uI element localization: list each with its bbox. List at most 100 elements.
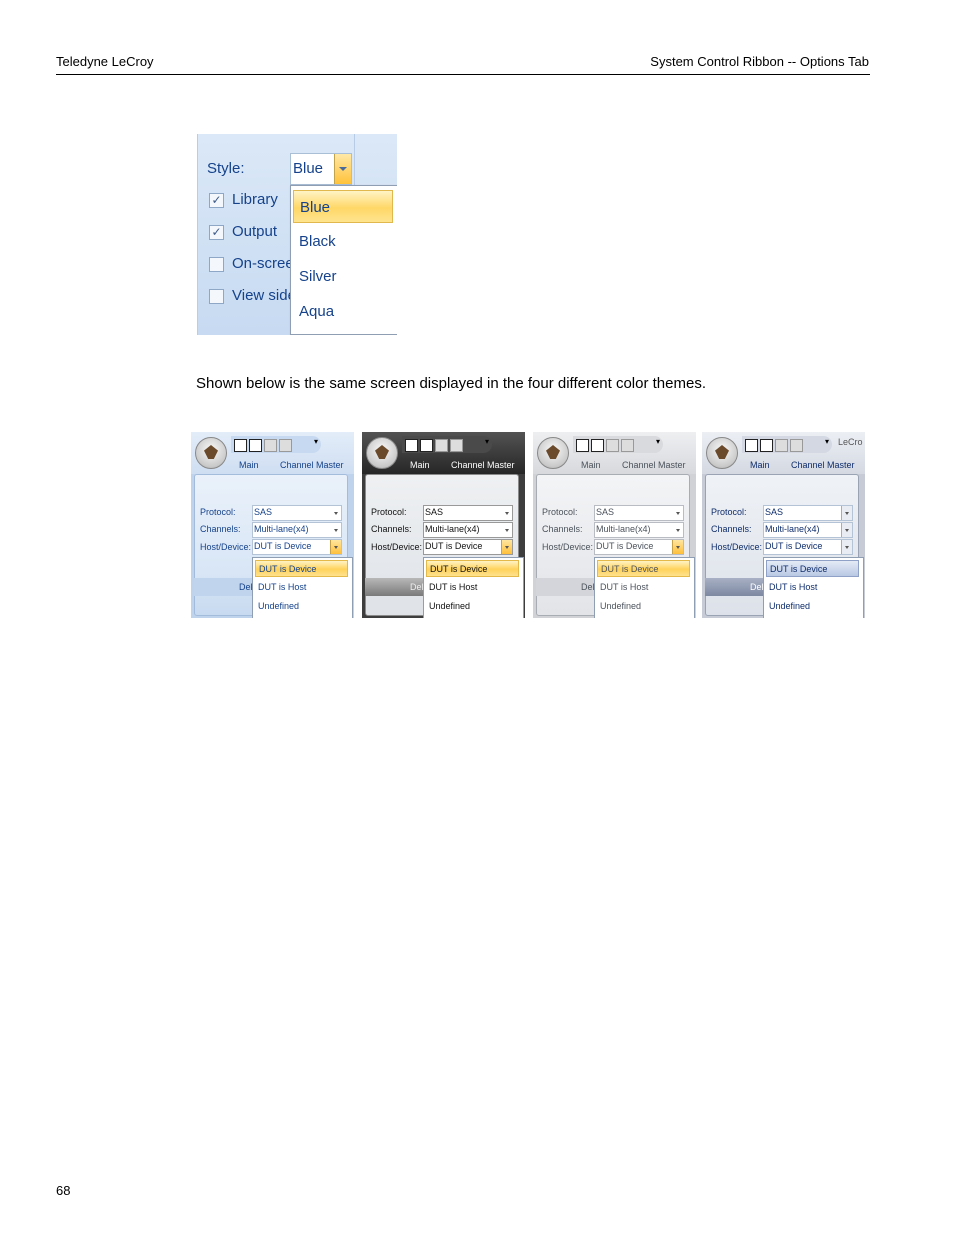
channels-combobox[interactable]: Multi-lane(x4) xyxy=(252,522,342,538)
layout-icon[interactable] xyxy=(621,439,634,452)
open-trace-icon[interactable] xyxy=(249,439,262,452)
host-device-value: DUT is Device xyxy=(765,541,823,551)
channels-combobox[interactable]: Multi-lane(x4) xyxy=(763,522,853,538)
chevron-down-icon[interactable] xyxy=(841,540,852,554)
chevron-down-icon[interactable] xyxy=(673,523,683,537)
style-combobox[interactable]: Blue xyxy=(290,153,352,185)
application-orb-icon[interactable] xyxy=(366,437,398,469)
channels-combobox[interactable]: Multi-lane(x4) xyxy=(594,522,684,538)
protocol-combobox[interactable]: SAS xyxy=(763,505,853,521)
tab-main[interactable]: Main xyxy=(410,460,430,470)
style-option-silver[interactable]: Silver xyxy=(293,260,393,293)
qat-customize-icon[interactable]: ▾ xyxy=(825,437,829,446)
record-icon[interactable] xyxy=(234,439,247,452)
theme-panel-blue: ▾ Main Channel Master Protocol: SAS Chan… xyxy=(191,432,354,618)
host-device-dropdown: DUT is Device DUT is Host Undefined xyxy=(423,557,524,618)
option-undefined[interactable]: Undefined xyxy=(255,598,348,615)
option-undefined[interactable]: Undefined xyxy=(766,598,859,615)
option-undefined[interactable]: Undefined xyxy=(597,598,690,615)
channels-value: Multi-lane(x4) xyxy=(596,524,651,534)
chevron-down-icon[interactable] xyxy=(501,540,512,554)
style-label: Style: xyxy=(207,160,245,177)
host-device-combobox[interactable]: DUT is Device xyxy=(252,539,342,555)
tab-main[interactable]: Main xyxy=(581,460,601,470)
style-option-aqua[interactable]: Aqua xyxy=(293,295,393,328)
record-icon[interactable] xyxy=(405,439,418,452)
channels-combobox[interactable]: Multi-lane(x4) xyxy=(423,522,513,538)
host-device-value: DUT is Device xyxy=(596,541,654,551)
option-dut-is-device[interactable]: DUT is Device xyxy=(597,560,690,577)
chevron-down-icon[interactable] xyxy=(334,154,351,184)
protocol-combobox[interactable]: SAS xyxy=(252,505,342,521)
record-icon[interactable] xyxy=(576,439,589,452)
layout-icon[interactable] xyxy=(450,439,463,452)
host-device-dropdown: DUT is Device DUT is Host Undefined xyxy=(763,557,864,618)
option-dut-is-host[interactable]: DUT is Host xyxy=(766,579,859,596)
chevron-down-icon[interactable] xyxy=(841,523,852,537)
protocol-combobox[interactable]: SAS xyxy=(594,505,684,521)
window-title: LeCro xyxy=(838,437,863,447)
application-orb-icon[interactable] xyxy=(706,437,738,469)
option-undefined[interactable]: Undefined xyxy=(426,598,519,615)
library-checkbox[interactable]: ✓ xyxy=(209,193,224,208)
report-icon[interactable] xyxy=(435,439,448,452)
report-icon[interactable] xyxy=(775,439,788,452)
style-option-black[interactable]: Black xyxy=(293,225,393,258)
qat-customize-icon[interactable]: ▾ xyxy=(485,437,489,446)
open-trace-icon[interactable] xyxy=(591,439,604,452)
style-combobox-value: Blue xyxy=(293,160,324,177)
chevron-down-icon[interactable] xyxy=(331,523,341,537)
on-screen-checkbox[interactable] xyxy=(209,257,224,272)
option-dut-is-device[interactable]: DUT is Device xyxy=(766,560,859,577)
channels-label: Channels: xyxy=(542,524,583,534)
page-header-right: System Control Ribbon -- Options Tab xyxy=(650,54,869,69)
style-option-blue[interactable]: Blue xyxy=(293,190,393,223)
tab-main[interactable]: Main xyxy=(750,460,770,470)
body-paragraph: Shown below is the same screen displayed… xyxy=(196,375,706,392)
chevron-down-icon[interactable] xyxy=(502,523,512,537)
chevron-down-icon[interactable] xyxy=(672,540,683,554)
chevron-down-icon[interactable] xyxy=(331,506,341,520)
library-checkbox-label: Library xyxy=(232,191,278,208)
host-device-combobox[interactable]: DUT is Device xyxy=(423,539,513,555)
protocol-value: SAS xyxy=(596,507,615,517)
tab-channel-master[interactable]: Channel Master xyxy=(622,460,686,470)
tab-main[interactable]: Main xyxy=(239,460,259,470)
quick-access-toolbar xyxy=(231,436,321,453)
view-side-checkbox[interactable] xyxy=(209,289,224,304)
application-orb-icon[interactable] xyxy=(195,437,227,469)
chevron-down-icon[interactable] xyxy=(330,540,341,554)
protocol-label: Protocol: xyxy=(542,507,578,517)
output-checkbox[interactable]: ✓ xyxy=(209,225,224,240)
option-dut-is-device[interactable]: DUT is Device xyxy=(255,560,348,577)
option-dut-is-host[interactable]: DUT is Host xyxy=(597,579,690,596)
record-icon[interactable] xyxy=(745,439,758,452)
qat-customize-icon[interactable]: ▾ xyxy=(656,437,660,446)
chevron-down-icon[interactable] xyxy=(841,506,852,520)
qat-customize-icon[interactable]: ▾ xyxy=(314,437,318,446)
channels-value: Multi-lane(x4) xyxy=(425,524,480,534)
host-device-combobox[interactable]: DUT is Device xyxy=(594,539,684,555)
protocol-label: Protocol: xyxy=(711,507,747,517)
report-icon[interactable] xyxy=(606,439,619,452)
open-trace-icon[interactable] xyxy=(760,439,773,452)
layout-icon[interactable] xyxy=(790,439,803,452)
channels-value: Multi-lane(x4) xyxy=(765,524,820,534)
tab-channel-master[interactable]: Channel Master xyxy=(791,460,855,470)
group-caption: Del xyxy=(239,582,253,592)
application-orb-icon[interactable] xyxy=(537,437,569,469)
protocol-value: SAS xyxy=(425,507,444,517)
host-device-combobox[interactable]: DUT is Device xyxy=(763,539,853,555)
layout-icon[interactable] xyxy=(279,439,292,452)
tab-channel-master[interactable]: Channel Master xyxy=(280,460,344,470)
chevron-down-icon[interactable] xyxy=(502,506,512,520)
report-icon[interactable] xyxy=(264,439,277,452)
protocol-combobox[interactable]: SAS xyxy=(423,505,513,521)
option-dut-is-host[interactable]: DUT is Host xyxy=(426,579,519,596)
chevron-down-icon[interactable] xyxy=(673,506,683,520)
host-device-label: Host/Device: xyxy=(371,542,423,552)
option-dut-is-device[interactable]: DUT is Device xyxy=(426,560,519,577)
option-dut-is-host[interactable]: DUT is Host xyxy=(255,579,348,596)
open-trace-icon[interactable] xyxy=(420,439,433,452)
tab-channel-master[interactable]: Channel Master xyxy=(451,460,515,470)
